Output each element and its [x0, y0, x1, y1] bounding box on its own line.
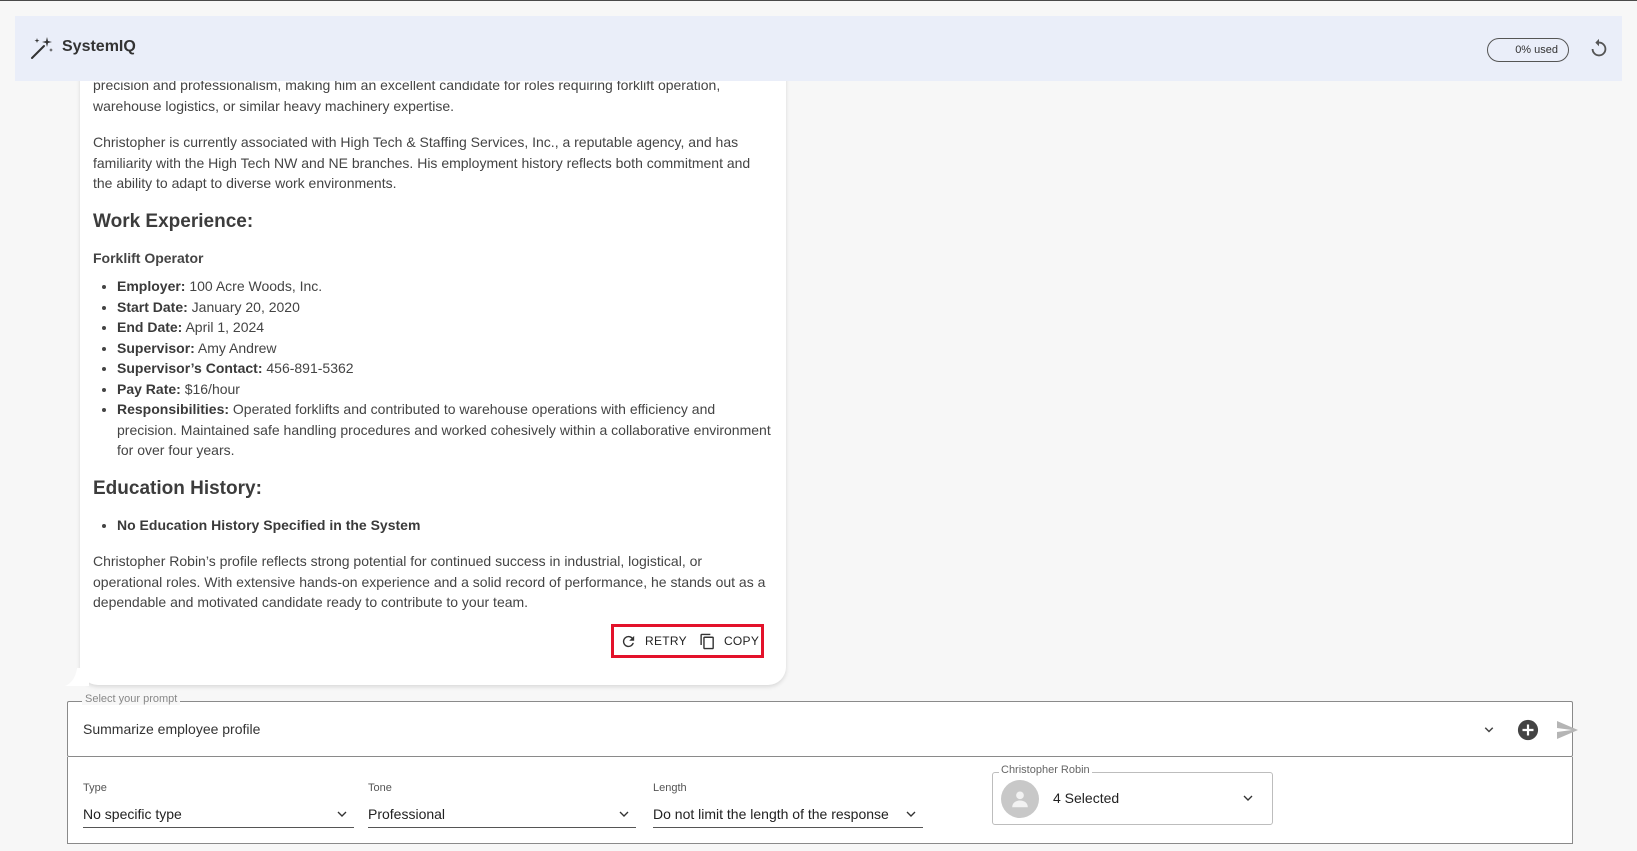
- education-list: No Education History Specified in the Sy…: [117, 515, 773, 536]
- retry-button[interactable]: RETRY: [620, 633, 687, 650]
- type-value: No specific type: [83, 805, 182, 822]
- list-item: Employer: 100 Acre Woods, Inc.: [117, 276, 773, 297]
- prompt-options: Type No specific type Tone Professional …: [67, 757, 1573, 844]
- app-header: SystemIQ 0% used: [15, 16, 1622, 81]
- send-icon[interactable]: [1555, 718, 1579, 742]
- length-value: Do not limit the length of the response: [653, 805, 889, 822]
- agency-paragraph: Christopher is currently associated with…: [93, 134, 751, 191]
- chevron-down-icon: [906, 811, 916, 817]
- length-label: Length: [653, 782, 687, 794]
- chevron-down-icon: [619, 811, 629, 817]
- assistant-message-content: precision and professionalism, making hi…: [93, 77, 773, 629]
- employee-selection-value: 4 Selected: [1053, 790, 1120, 806]
- prompt-selector[interactable]: Select your prompt Summarize employee pr…: [67, 693, 1578, 757]
- refresh-icon[interactable]: [1588, 38, 1610, 60]
- prompt-legend: Select your prompt: [82, 693, 181, 705]
- list-item: Supervisor’s Contact: 456-891-5362: [117, 358, 773, 379]
- message-actions-highlight: RETRY COPY: [611, 624, 764, 658]
- education-heading: Education History:: [93, 477, 262, 499]
- retry-label: RETRY: [645, 634, 687, 648]
- closing-paragraph: Christopher Robin’s profile reflects str…: [93, 553, 766, 610]
- list-item: End Date: April 1, 2024: [117, 317, 773, 338]
- job-title: Forklift Operator: [93, 249, 204, 266]
- work-experience-heading: Work Experience:: [93, 210, 254, 232]
- list-item: Start Date: January 20, 2020: [117, 297, 773, 318]
- tone-label: Tone: [368, 782, 392, 794]
- tone-value: Professional: [368, 805, 446, 822]
- usage-badge: 0% used: [1487, 38, 1569, 62]
- person-icon: [1012, 791, 1028, 808]
- intro-paragraph-tail: precision and professionalism, making hi…: [93, 77, 721, 114]
- copy-button[interactable]: COPY: [699, 633, 759, 650]
- type-select[interactable]: Type No specific type: [83, 782, 354, 828]
- retry-icon: [622, 635, 635, 647]
- tone-select[interactable]: Tone Professional: [368, 782, 636, 828]
- tone-field[interactable]: Professional: [368, 800, 636, 828]
- employee-multiselect[interactable]: Christopher Robin 4 Selected: [992, 764, 1273, 825]
- chevron-down-icon[interactable]: [1480, 721, 1498, 739]
- chevron-down-icon: [337, 811, 347, 817]
- prompt-value: Summarize employee profile: [83, 721, 261, 737]
- type-label: Type: [83, 782, 107, 794]
- copy-icon: [700, 633, 714, 649]
- window-top-border: [0, 0, 1637, 1]
- length-field[interactable]: Do not limit the length of the response: [653, 800, 923, 828]
- app-title: SystemIQ: [62, 38, 136, 55]
- list-item: Pay Rate: $16/hour: [117, 379, 773, 400]
- copy-label: COPY: [723, 634, 760, 648]
- list-item: Supervisor: Amy Andrew: [117, 338, 773, 359]
- job-details-list: Employer: 100 Acre Woods, Inc. Start Dat…: [117, 276, 773, 461]
- magic-wand-icon: [31, 37, 53, 59]
- app-container: precision and professionalism, making hi…: [15, 16, 1622, 851]
- employee-legend: Christopher Robin: [999, 764, 1092, 776]
- list-item: No Education History Specified in the Sy…: [117, 515, 773, 536]
- type-field[interactable]: No specific type: [83, 800, 354, 828]
- length-select[interactable]: Length Do not limit the length of the re…: [653, 782, 923, 828]
- list-item: Responsibilities: Operated forklifts and…: [117, 399, 773, 461]
- avatar: [1001, 780, 1039, 818]
- bubble-tail: [65, 668, 89, 686]
- chevron-down-icon: [1243, 795, 1253, 801]
- add-circle-icon[interactable]: [1517, 719, 1539, 741]
